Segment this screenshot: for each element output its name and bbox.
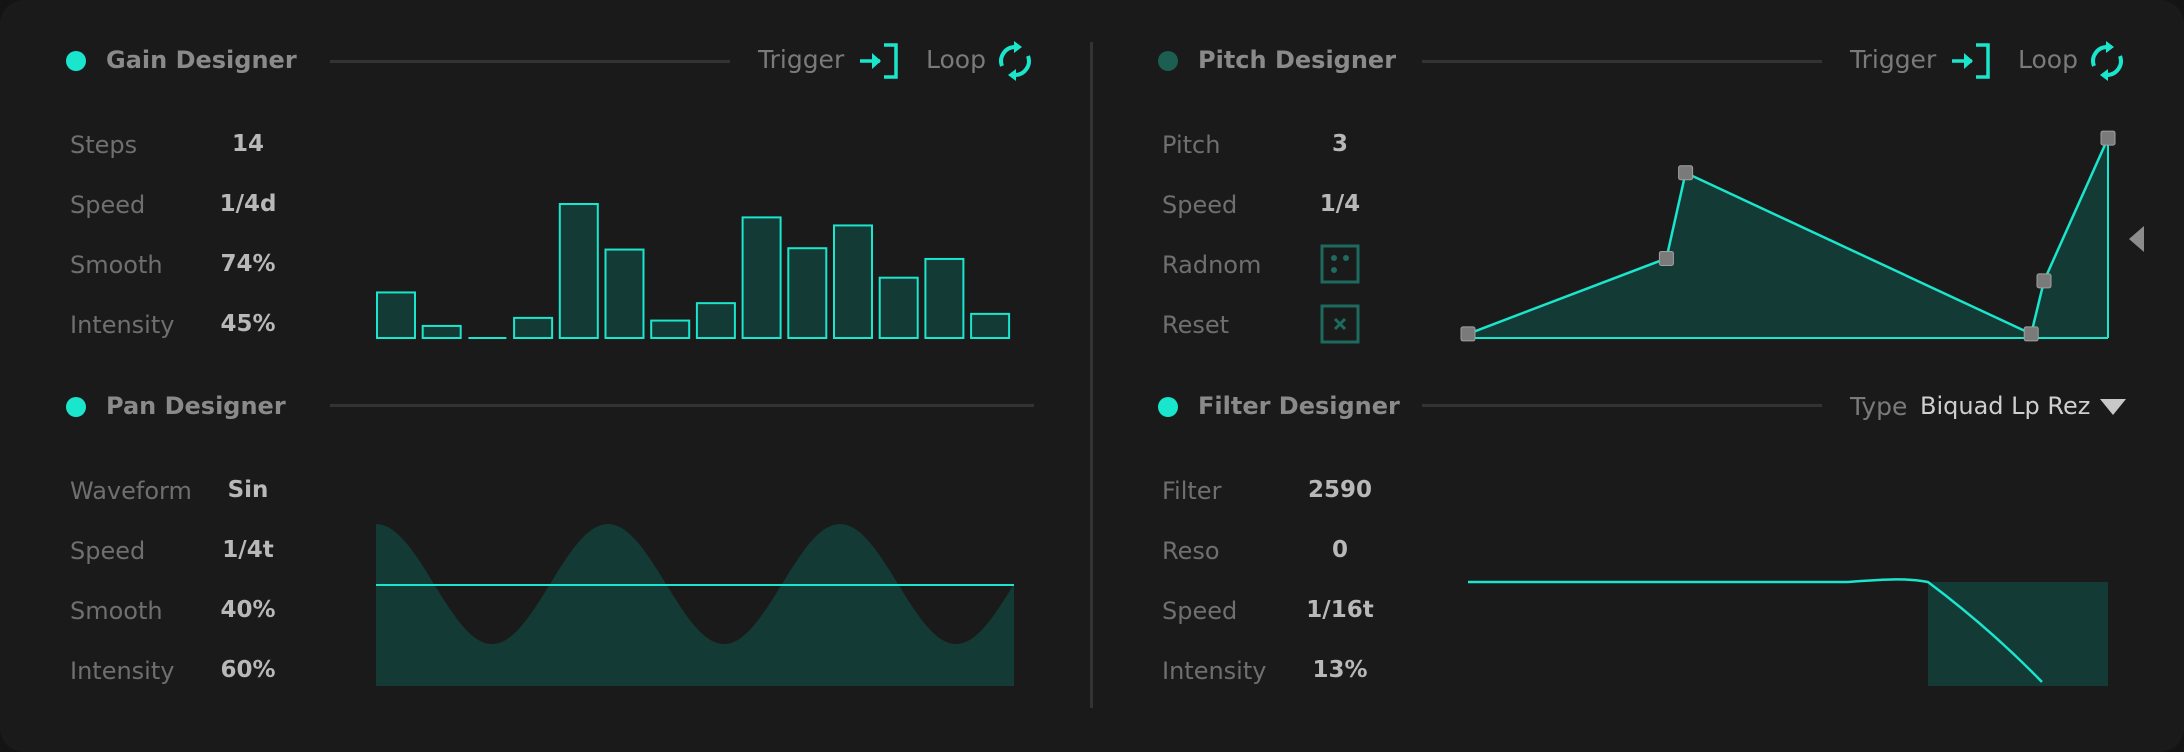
dice-icon: [1320, 244, 1360, 284]
pitch-node-handle: [1678, 165, 1694, 181]
column-divider: [1090, 42, 1093, 708]
filter-param-value[interactable]: 1/16t: [1300, 597, 1380, 623]
gain-step-bar: [970, 312, 1011, 339]
pan-param-value[interactable]: 40%: [208, 597, 288, 623]
filter-param-label: Filter: [1162, 477, 1222, 505]
filter-response-chart[interactable]: [1468, 560, 2108, 690]
filter-response-fill: [1928, 582, 2108, 686]
gain-param-value[interactable]: 45%: [208, 311, 288, 337]
pitch-trigger-icon[interactable]: [1950, 42, 1994, 80]
pitch-param-value[interactable]: 1/4: [1300, 191, 1380, 217]
pan-param-label: Intensity: [70, 657, 175, 685]
gain-param-label: Intensity: [70, 311, 175, 339]
pitch-param-label: Pitch: [1162, 131, 1221, 159]
gain-enable-led[interactable]: [66, 51, 86, 71]
pan-param-label: Waveform: [70, 477, 192, 505]
pitch-title: Pitch Designer: [1198, 46, 1397, 74]
pitch-param-value[interactable]: 3: [1300, 131, 1380, 157]
filter-type-select[interactable]: Biquad Lp Rez: [1920, 392, 2090, 420]
pan-header-rule: [330, 404, 1034, 407]
pan-param-label: Speed: [70, 537, 146, 565]
filter-param-value[interactable]: 13%: [1300, 657, 1380, 683]
pitch-trigger-label: Trigger: [1850, 45, 1937, 74]
gain-step-chart[interactable]: [376, 190, 1016, 340]
gain-step-bar: [833, 224, 873, 339]
pan-param-value[interactable]: 60%: [208, 657, 288, 683]
chevron-down-icon[interactable]: [2100, 399, 2126, 417]
pan-waveform-chart[interactable]: [376, 520, 1016, 686]
pan-param-value[interactable]: 1/4t: [208, 537, 288, 563]
gain-param-label: Speed: [70, 191, 146, 219]
gain-step-bar: [421, 324, 462, 340]
pitch-range-handle-icon[interactable]: [2128, 226, 2144, 252]
gain-step-bar: [376, 291, 416, 340]
randomize-button[interactable]: [1320, 244, 1360, 284]
filter-param-value[interactable]: 0: [1300, 537, 1380, 563]
gain-step-bar: [513, 316, 554, 340]
pan-title: Pan Designer: [106, 392, 286, 420]
gain-param-value[interactable]: 74%: [208, 251, 288, 277]
gain-param-value[interactable]: 1/4d: [208, 191, 288, 217]
pan-param-value[interactable]: Sin: [208, 477, 288, 503]
pitch-enable-led[interactable]: [1158, 51, 1178, 71]
filter-enable-led[interactable]: [1158, 397, 1178, 417]
pitch-envelope-fill: [1468, 138, 2108, 338]
gain-loop-label: Loop: [926, 45, 986, 74]
filter-param-label: Intensity: [1162, 657, 1267, 685]
pitch-node-handle: [2100, 130, 2116, 146]
pitch-node-handle: [1460, 326, 1476, 342]
pitch-param-label: Speed: [1162, 191, 1238, 219]
gain-step-bar: [604, 248, 645, 340]
filter-param-value[interactable]: 2590: [1300, 477, 1380, 503]
gain-param-label: Steps: [70, 131, 138, 159]
gain-param-value[interactable]: 14: [208, 131, 288, 157]
pitch-node-handle: [2023, 326, 2039, 342]
gain-header-rule: [330, 60, 730, 63]
gain-step-bar: [924, 257, 965, 339]
pan-wave-fill: [376, 524, 1014, 686]
pitch-node-handle: [2036, 273, 2052, 289]
pan-enable-led[interactable]: [66, 397, 86, 417]
close-icon: [1320, 304, 1360, 344]
filter-type-label: Type: [1850, 392, 1908, 421]
gain-loop-icon[interactable]: [994, 40, 1036, 82]
gain-step-bar: [741, 216, 782, 339]
designer-panel: Gain Designer Trigger Loop Steps 14 Spee…: [0, 0, 2184, 752]
gain-step-bar: [878, 276, 919, 339]
gain-param-label: Smooth: [70, 251, 163, 279]
gain-step-bar: [695, 302, 736, 340]
gain-step-bar: [650, 319, 691, 340]
gain-trigger-label: Trigger: [758, 45, 845, 74]
pan-param-label: Smooth: [70, 597, 163, 625]
gain-title: Gain Designer: [106, 46, 297, 74]
pitch-loop-label: Loop: [2018, 45, 2078, 74]
pitch-loop-icon[interactable]: [2086, 40, 2128, 82]
gain-step-bar: [558, 203, 599, 339]
pitch-param-label: Reset: [1162, 311, 1230, 339]
reset-button[interactable]: [1320, 304, 1360, 344]
gain-step-bar: [787, 247, 828, 339]
pitch-envelope-chart[interactable]: [1460, 130, 2116, 342]
filter-title: Filter Designer: [1198, 392, 1400, 420]
pitch-node-handle: [1658, 250, 1674, 266]
filter-param-label: Reso: [1162, 537, 1220, 565]
filter-param-label: Speed: [1162, 597, 1238, 625]
pitch-param-label: Radnom: [1162, 251, 1262, 279]
pitch-header-rule: [1422, 60, 1822, 63]
gain-trigger-icon[interactable]: [858, 42, 902, 80]
filter-header-rule: [1422, 404, 1822, 407]
